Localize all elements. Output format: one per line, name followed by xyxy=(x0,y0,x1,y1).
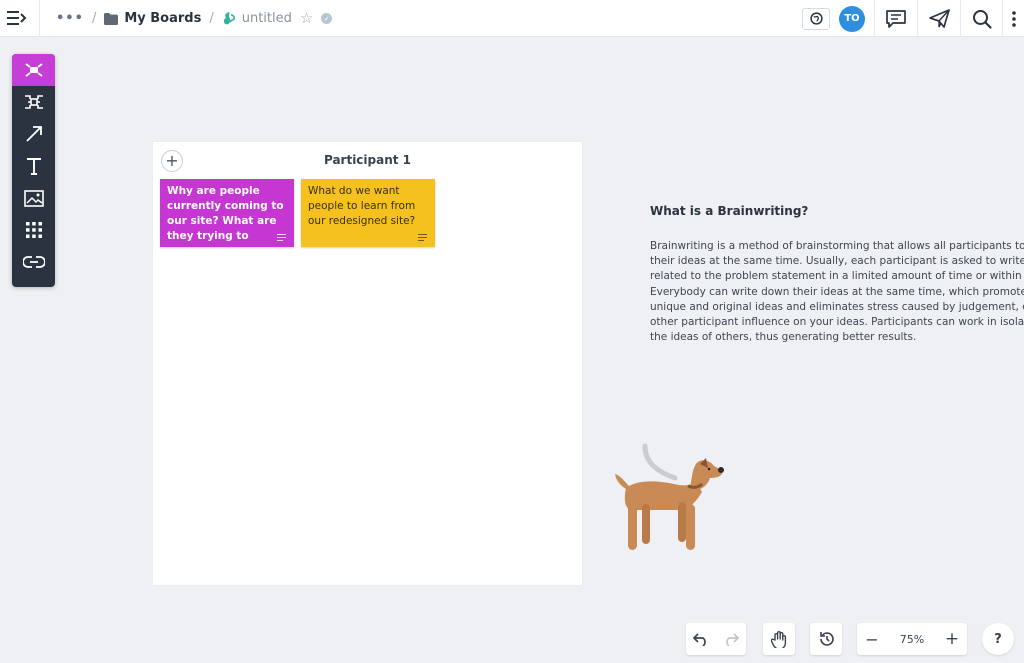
zoom-out-button[interactable]: − xyxy=(857,623,887,655)
zoom-in-button[interactable]: + xyxy=(937,623,967,655)
redo-button[interactable] xyxy=(716,623,746,655)
info-heading[interactable]: What is a Brainwriting? xyxy=(650,204,808,218)
breadcrumb-separator: / xyxy=(209,11,214,26)
grid-tool[interactable] xyxy=(12,214,55,246)
pan-button[interactable] xyxy=(763,623,795,655)
zoom-level[interactable]: 75% xyxy=(887,633,937,646)
mind-map-icon xyxy=(24,95,43,109)
arrow-tool[interactable] xyxy=(12,118,55,150)
frame-title: Participant 1 xyxy=(323,153,412,167)
avatar-initials: TO xyxy=(839,5,865,32)
note-lines-icon xyxy=(277,232,286,241)
sticky-note-text: What do we want people to learn from our… xyxy=(308,185,416,227)
text-icon xyxy=(26,158,41,175)
paper-plane-icon xyxy=(928,9,950,28)
left-toolbar xyxy=(12,54,55,287)
participant-frame[interactable]: + Participant 1 Why are people currently… xyxy=(153,142,582,585)
history-button[interactable] xyxy=(810,623,842,655)
breadcrumb-my-boards[interactable]: My Boards xyxy=(104,11,201,26)
link-icon xyxy=(22,256,45,268)
redo-icon xyxy=(726,633,739,646)
help-button[interactable]: ? xyxy=(982,623,1014,655)
info-line: related to the problem statement in a li… xyxy=(650,270,1024,283)
search-button[interactable] xyxy=(961,0,1003,37)
image-icon xyxy=(23,189,44,207)
globe-icon xyxy=(802,7,830,30)
vertical-dots-icon xyxy=(1011,10,1016,27)
sticky-note[interactable]: What do we want people to learn from our… xyxy=(301,179,435,247)
arrow-icon xyxy=(25,126,42,142)
sticky-note-text: Why are people currently coming to our s… xyxy=(167,185,284,242)
globe-button[interactable] xyxy=(801,0,831,37)
comment-icon xyxy=(886,9,906,28)
info-line: Brainwriting is a method of brainstormin… xyxy=(650,240,1024,252)
board-name-label: untitled xyxy=(241,11,292,26)
note-lines-icon xyxy=(418,232,427,241)
templates-tool[interactable] xyxy=(12,54,55,86)
undo-icon xyxy=(693,633,706,646)
info-line: Everybody can write down their ideas at … xyxy=(650,285,1024,298)
divider xyxy=(39,0,40,37)
breadcrumb-my-boards-label: My Boards xyxy=(124,11,202,26)
breadcrumb: ••• / My Boards / untitled ☆ ✓ xyxy=(56,0,333,37)
search-icon xyxy=(973,9,992,29)
hand-icon xyxy=(763,623,795,655)
text-tool[interactable] xyxy=(12,150,55,182)
zoom-controls: − 75% + xyxy=(857,623,967,655)
avatar[interactable]: TO xyxy=(838,0,866,37)
undo-button[interactable] xyxy=(686,623,716,655)
undo-redo-group xyxy=(686,623,746,655)
share-button[interactable] xyxy=(918,0,960,37)
info-line: their ideas at the same time. Usually, e… xyxy=(650,255,1024,268)
verified-icon: ✓ xyxy=(321,13,333,24)
history-icon xyxy=(810,623,842,655)
info-line: the ideas of others, thus generating bet… xyxy=(650,331,917,344)
info-line: other participant influence on your idea… xyxy=(650,316,1024,329)
info-line: unique and original ideas and eliminates… xyxy=(650,300,1024,313)
breadcrumb-separator: / xyxy=(91,11,97,26)
breadcrumb-board-name[interactable]: untitled xyxy=(222,11,292,26)
info-paragraph[interactable]: Brainwriting is a method of brainstormin… xyxy=(650,239,1024,345)
top-bar: ••• / My Boards / untitled ☆ ✓ TO xyxy=(0,0,1024,37)
folder-icon xyxy=(104,12,119,25)
image-tool[interactable] xyxy=(12,182,55,214)
sticky-note[interactable]: Why are people currently coming to our s… xyxy=(160,179,294,247)
comments-button[interactable] xyxy=(875,0,917,37)
templates-icon xyxy=(24,63,43,77)
link-tool[interactable] xyxy=(12,246,55,278)
dog-illustration xyxy=(615,443,724,550)
star-icon[interactable]: ☆ xyxy=(300,11,313,26)
breadcrumb-more-button[interactable]: ••• xyxy=(56,11,84,26)
grid-icon xyxy=(25,222,42,238)
mind-map-tool[interactable] xyxy=(12,86,55,118)
menu-collapse-icon[interactable] xyxy=(4,5,30,31)
more-menu-button[interactable] xyxy=(1003,0,1024,37)
board-leaf-icon xyxy=(223,12,235,25)
